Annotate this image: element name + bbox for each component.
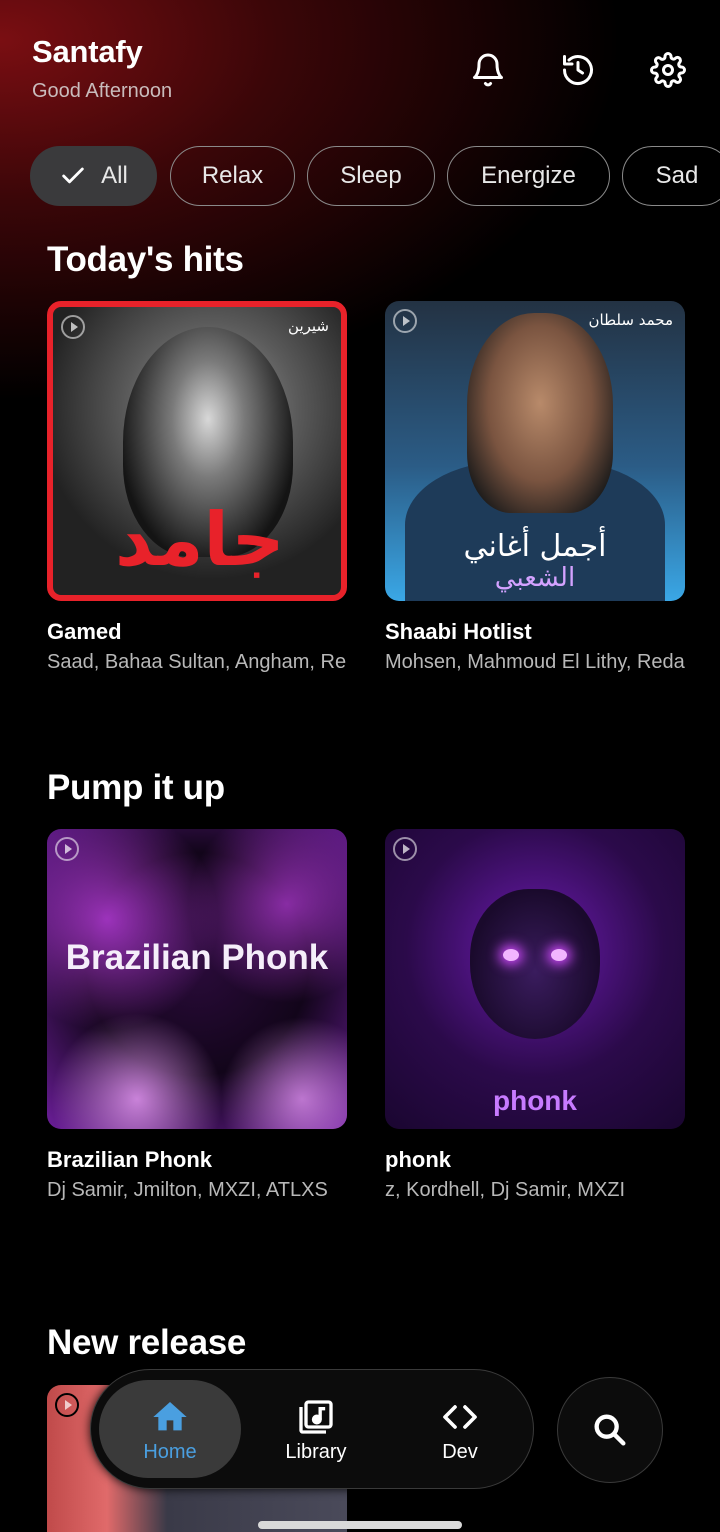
chip-label: Relax bbox=[201, 162, 264, 189]
cover-eye-right bbox=[551, 949, 567, 961]
playlist-card-brazilian-phonk[interactable]: Brazilian Phonk Brazilian Phonk Dj Samir… bbox=[47, 829, 347, 1202]
playlist-title: phonk bbox=[385, 1147, 451, 1172]
playlist-artists: z, Kordhell, Dj Samir, MXZI bbox=[385, 1179, 626, 1201]
cover-artist-name: محمد سلطان bbox=[588, 311, 673, 329]
cover-eye-left bbox=[503, 949, 519, 961]
chip-label: All bbox=[101, 162, 128, 189]
home-screen: Santafy Good Afternoon All Relax Sleep E… bbox=[0, 0, 720, 1532]
section-title-pump-it-up: Pump it up bbox=[47, 768, 225, 807]
cover-title-text: جامد bbox=[115, 497, 285, 583]
mood-chips: All Relax Sleep Energize Sad bbox=[30, 146, 720, 206]
chip-label: Energize bbox=[481, 162, 576, 189]
cover-art bbox=[47, 829, 347, 1129]
nav-label: Home bbox=[143, 1440, 197, 1463]
cover-artist-face bbox=[467, 313, 613, 513]
home-indicator[interactable] bbox=[258, 1521, 462, 1529]
settings-button[interactable] bbox=[646, 48, 690, 92]
nav-item-library[interactable]: Library bbox=[245, 1370, 387, 1490]
playlist-cover: phonk bbox=[385, 829, 685, 1129]
section-title-todays-hits: Today's hits bbox=[47, 240, 244, 279]
cover-subtitle-text: الشعبي bbox=[494, 563, 576, 593]
chip-all[interactable]: All bbox=[30, 146, 157, 206]
playlist-title: Brazilian Phonk bbox=[47, 1147, 213, 1172]
playlist-card-phonk[interactable]: phonk phonk z, Kordhell, Dj Samir, MXZI bbox=[385, 829, 685, 1202]
playlist-card-shaabi-hotlist[interactable]: محمد سلطان أجمل أغاني الشعبي Shaabi Hotl… bbox=[385, 301, 685, 674]
bottom-navigation: Home Library Dev bbox=[90, 1369, 534, 1489]
cover-title-text: أجمل أغاني bbox=[463, 529, 607, 564]
playlist-artists: Mohsen, Mahmoud El Lithy, Reda E bbox=[385, 651, 685, 673]
nav-label: Library bbox=[285, 1440, 347, 1463]
notifications-button[interactable] bbox=[466, 48, 510, 92]
play-icon bbox=[393, 309, 417, 333]
playlist-cover: شيرين جامد bbox=[47, 301, 347, 601]
play-icon bbox=[55, 837, 79, 861]
settings-icon bbox=[650, 52, 686, 88]
playlist-cover: Brazilian Phonk bbox=[47, 829, 347, 1129]
bell-icon bbox=[473, 53, 503, 87]
playlist-artists: Dj Samir, Jmilton, MXZI, ATLXS bbox=[47, 1179, 328, 1201]
history-icon bbox=[563, 55, 593, 86]
code-icon bbox=[443, 1404, 477, 1429]
section-title-new-release: New release bbox=[47, 1323, 247, 1362]
library-icon bbox=[299, 1399, 333, 1434]
greeting-text: Good Afternoon bbox=[32, 80, 173, 102]
cover-title-text: Brazilian Phonk bbox=[65, 938, 329, 977]
check-icon bbox=[62, 167, 84, 184]
playlist-title: Shaabi Hotlist bbox=[385, 619, 532, 644]
history-button[interactable] bbox=[556, 48, 600, 92]
chip-energize[interactable]: Energize bbox=[447, 146, 610, 206]
chip-relax[interactable]: Relax bbox=[170, 146, 295, 206]
play-icon bbox=[55, 1393, 79, 1417]
app-title: Santafy bbox=[32, 34, 143, 69]
nav-label: Dev bbox=[442, 1440, 478, 1463]
home-icon bbox=[153, 1401, 187, 1430]
playlist-card-gamed[interactable]: شيرين جامد Gamed Saad, Bahaa Sultan, Ang… bbox=[47, 301, 347, 674]
play-icon bbox=[61, 315, 85, 339]
header: Santafy Good Afternoon bbox=[32, 34, 172, 103]
playlist-cover: محمد سلطان أجمل أغاني الشعبي bbox=[385, 301, 685, 601]
chip-label: Sad bbox=[655, 162, 699, 189]
chip-sad[interactable]: Sad bbox=[622, 146, 720, 206]
cover-art bbox=[470, 889, 600, 1039]
nav-item-dev[interactable]: Dev bbox=[389, 1370, 531, 1490]
search-icon bbox=[594, 1414, 626, 1446]
playlist-title: Gamed bbox=[47, 619, 122, 644]
nav-item-home[interactable]: Home bbox=[99, 1370, 241, 1490]
search-button[interactable] bbox=[557, 1377, 663, 1483]
playlist-artists: Saad, Bahaa Sultan, Angham, Red bbox=[47, 651, 347, 673]
cover-artist-name: شيرين bbox=[288, 317, 329, 335]
chip-label: Sleep bbox=[340, 162, 402, 189]
chip-sleep[interactable]: Sleep bbox=[307, 146, 435, 206]
play-icon bbox=[393, 837, 417, 861]
cover-title-text: phonk bbox=[493, 1085, 577, 1116]
